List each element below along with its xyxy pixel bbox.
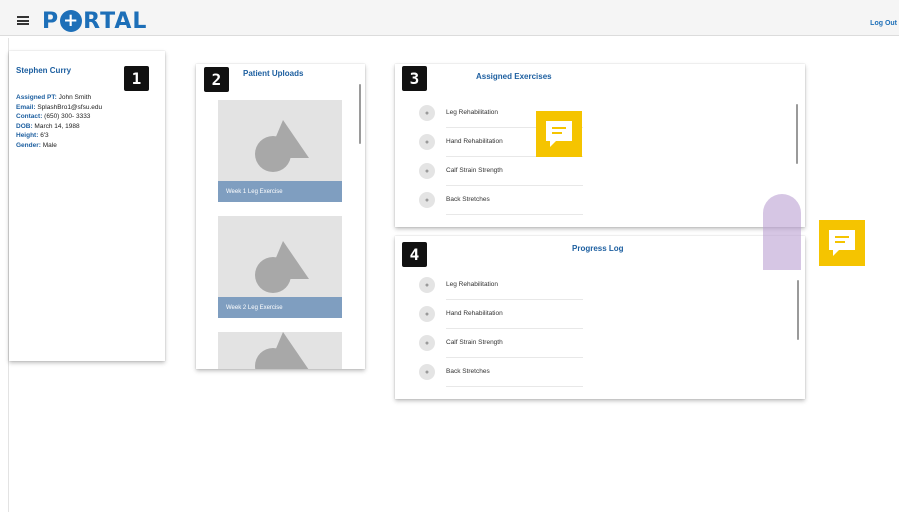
dumbbell-icon: ● xyxy=(419,364,435,380)
upload-item-week2[interactable]: Week 2 Leg Exercise xyxy=(218,216,342,318)
badge-1: 1 xyxy=(124,66,149,91)
item-label: Back Stretches xyxy=(446,368,490,375)
upload-caption: Week 1 Leg Exercise xyxy=(218,181,342,202)
badge-4: 4 xyxy=(402,242,427,267)
badge-3: 3 xyxy=(402,66,427,91)
patient-uploads-card: 2 Patient Uploads Week 1 Leg Exercise We… xyxy=(196,64,365,369)
assigned-exercises-card: 3 Assigned Exercises ● Leg Rehabilitatio… xyxy=(395,64,805,227)
logo-prefix: P xyxy=(42,8,60,34)
hamburger-icon[interactable] xyxy=(17,16,29,25)
top-app-bar: P + RTAL Log Out xyxy=(0,0,899,36)
list-item[interactable]: ● Back Stretches xyxy=(419,186,584,215)
patient-name: Stephen Curry xyxy=(16,66,72,75)
image-placeholder-icon xyxy=(255,332,309,369)
assigned-title: Assigned Exercises xyxy=(476,72,552,81)
dumbbell-icon: ● xyxy=(419,134,435,150)
list-item[interactable]: ● Back Stretches xyxy=(419,358,584,387)
comment-icon[interactable] xyxy=(536,111,582,157)
list-item[interactable]: ● Leg Rehabilitation xyxy=(419,271,584,300)
patient-info-card: Stephen Curry 1 Assigned PT: John Smith … xyxy=(9,51,165,361)
item-label: Calf Strain Strength xyxy=(446,167,503,174)
detail-gender: Gender: Male xyxy=(16,141,57,149)
uploads-scrollbar[interactable] xyxy=(359,84,361,144)
upload-caption: Week 2 Leg Exercise xyxy=(218,297,342,318)
dumbbell-icon: ● xyxy=(419,335,435,351)
image-placeholder-icon xyxy=(255,120,309,172)
detail-assigned-pt: Assigned PT: John Smith xyxy=(16,94,92,101)
list-item[interactable]: ● Calf Strain Strength xyxy=(419,157,584,186)
dumbbell-icon: ● xyxy=(419,277,435,293)
dumbbell-icon: ● xyxy=(419,192,435,208)
detail-email: Email: SplashBro1@sfsu.edu xyxy=(16,103,103,111)
image-placeholder-icon xyxy=(255,241,309,293)
progress-log-card: 4 Progress Log ● Leg Rehabilitation ● Ha… xyxy=(395,236,805,399)
item-label: Leg Rehabilitation xyxy=(446,281,499,288)
detail-contact: Contact: (650) 300- 3333 xyxy=(16,113,91,120)
list-item[interactable]: ● Hand Rehabilitation xyxy=(419,300,584,329)
item-label: Hand Rehabilitation xyxy=(446,310,503,317)
progress-title: Progress Log xyxy=(572,244,624,253)
dumbbell-icon: ● xyxy=(419,105,435,121)
assigned-scrollbar[interactable] xyxy=(796,104,798,164)
item-label: Back Stretches xyxy=(446,196,490,203)
dumbbell-icon: ● xyxy=(419,306,435,322)
badge-2: 2 xyxy=(204,67,229,92)
detail-dob: DOB: March 14, 1988 xyxy=(16,122,80,130)
uploads-title: Patient Uploads xyxy=(243,69,304,78)
progress-scrollbar[interactable] xyxy=(797,280,799,340)
item-label: Leg Rehabilitation xyxy=(446,109,499,116)
touch-indicator xyxy=(763,194,801,270)
portal-logo[interactable]: P + RTAL xyxy=(42,8,148,34)
plus-icon: + xyxy=(60,10,83,32)
comment-icon[interactable] xyxy=(819,220,865,266)
logout-link[interactable]: Log Out xyxy=(870,20,897,27)
upload-item-week1[interactable]: Week 1 Leg Exercise xyxy=(218,100,342,202)
dumbbell-icon: ● xyxy=(419,163,435,179)
item-label: Hand Rehabilitation xyxy=(446,138,503,145)
progress-list: ● Leg Rehabilitation ● Hand Rehabilitati… xyxy=(419,271,584,387)
logo-suffix: RTAL xyxy=(83,8,148,34)
list-item[interactable]: ● Calf Strain Strength xyxy=(419,329,584,358)
upload-item-week3[interactable] xyxy=(218,332,342,369)
detail-height: Height: 6'3 xyxy=(16,132,49,139)
patient-details: Assigned PT: John Smith Email: SplashBro… xyxy=(16,93,102,150)
item-label: Calf Strain Strength xyxy=(446,339,503,346)
